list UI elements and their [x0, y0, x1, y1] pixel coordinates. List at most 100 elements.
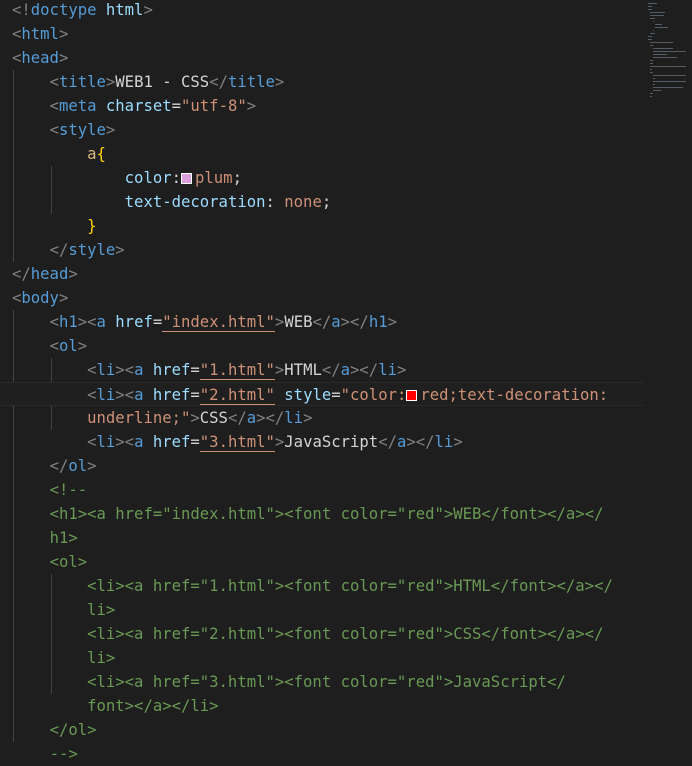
code-line[interactable]: <li><a href="3.html">JavaScript</a></li>: [0, 430, 644, 454]
code-line[interactable]: font></a></li>: [0, 694, 644, 718]
code-token: "utf-8": [181, 97, 247, 115]
red-color-swatch[interactable]: [406, 390, 418, 401]
code-line[interactable]: <title>WEB1 - CSS</title>: [0, 70, 644, 94]
code-line[interactable]: a{: [0, 142, 644, 166]
code-line[interactable]: </head>: [0, 262, 644, 286]
code-line[interactable]: <h1><a href="index.html"><font color="re…: [0, 502, 644, 526]
code-token: a: [396, 433, 407, 451]
code-editor[interactable]: <!doctype html> <html> <head> <title>WEB1 …: [0, 0, 692, 763]
code-token: ></: [256, 409, 285, 427]
code-line[interactable]: </style>: [0, 238, 644, 262]
code-line[interactable]: <ol>: [0, 550, 644, 574]
code-line[interactable]: <h1><a href="index.html">WEB</a></h1>: [0, 310, 644, 334]
code-line[interactable]: <li><a href="2.html" style="color: red;te…: [0, 382, 644, 406]
code-token: li: [96, 361, 116, 379]
code-line[interactable]: h1>: [0, 526, 644, 550]
code-token: CSS: [199, 409, 228, 427]
code-token: >: [143, 1, 153, 19]
code-line[interactable]: text-decoration: none;: [0, 190, 644, 214]
minimap-line: [652, 81, 686, 82]
code-token: head: [30, 265, 69, 283]
code-line[interactable]: <meta charset="utf-8">: [0, 94, 644, 118]
code-line[interactable]: li>: [0, 646, 644, 670]
code-line[interactable]: li>: [0, 598, 644, 622]
plum-color-swatch[interactable]: [181, 173, 193, 184]
code-line[interactable]: <style>: [0, 118, 644, 142]
code-line[interactable]: <ol>: [0, 334, 644, 358]
code-token: >: [105, 121, 116, 139]
code-token: ><: [115, 361, 135, 379]
code-token: ></: [406, 433, 435, 451]
code-token: "1.html": [199, 361, 275, 380]
code-token: >: [58, 289, 69, 307]
code-token: HTML: [284, 361, 322, 379]
code-line[interactable]: <li><a href="1.html"><font color="red">H…: [0, 574, 644, 598]
code-token: WEB1 - CSS: [115, 73, 210, 91]
code-token: red;text-decoration:: [420, 386, 609, 404]
minimap-line: [652, 75, 687, 76]
code-line[interactable]: <body>: [0, 286, 644, 310]
comment-token: <li><a href="2.html"><font color="red">C…: [87, 625, 604, 643]
comment-token: font></a></li>: [87, 697, 219, 715]
code-token: {: [96, 145, 106, 163]
code-token: li: [378, 361, 397, 379]
code-token: JavaScript: [284, 433, 379, 451]
code-line[interactable]: </ol>: [0, 454, 644, 478]
code-token: href: [152, 361, 191, 379]
minimap-line: [650, 42, 673, 43]
code-line[interactable]: <html>: [0, 22, 644, 46]
minimap-line: [648, 36, 653, 37]
code-line[interactable]: <li><a href="2.html"><font color="red">C…: [0, 622, 644, 646]
code-token: a: [246, 409, 257, 427]
minimap-line: [650, 60, 654, 61]
code-token: >: [396, 361, 407, 379]
code-token: >: [274, 361, 285, 379]
code-line[interactable]: <li><a href="3.html"><font color="red">J…: [0, 670, 644, 694]
code-line[interactable]: <!doctype html>: [0, 0, 644, 22]
code-line[interactable]: <head>: [0, 46, 644, 70]
code-token: li: [96, 386, 116, 404]
code-token: doctype: [30, 1, 97, 19]
comment-token: <li><a href="3.html"><font color="red">J…: [87, 673, 566, 691]
minimap-line: [652, 84, 655, 85]
code-token: ><: [77, 313, 97, 331]
code-token: =: [190, 433, 200, 451]
code-token: >: [274, 73, 285, 91]
minimap-line: [650, 15, 664, 16]
code-token: ol: [58, 337, 78, 355]
comment-token: <ol>: [49, 553, 88, 571]
comment-token: <li><a href="1.html"><font color="red">H…: [87, 577, 613, 595]
code-line[interactable]: </ol>: [0, 718, 644, 742]
code-token: style: [68, 241, 116, 259]
code-token: <: [49, 121, 59, 139]
code-line[interactable]: color: plum;: [0, 166, 644, 190]
code-line[interactable]: <!--: [0, 478, 644, 502]
code-line[interactable]: <li><a href="1.html">HTML</a></li>: [0, 358, 644, 382]
minimap-line: [655, 27, 669, 28]
code-token: >: [105, 73, 116, 91]
minimap-line: [652, 87, 684, 88]
code-line[interactable]: }: [0, 214, 644, 238]
minimap-line: [650, 12, 666, 13]
comment-token: h1>: [49, 529, 78, 547]
code-token: </: [209, 73, 228, 91]
code-token: }: [87, 217, 97, 235]
code-line[interactable]: underline;">CSS</a></li>: [0, 406, 644, 430]
code-token: ><: [115, 433, 135, 451]
code-token: ;: [321, 193, 332, 211]
code-token: </: [321, 361, 341, 379]
code-token: >: [387, 313, 397, 331]
minimap[interactable]: [648, 0, 692, 110]
code-token: a: [340, 361, 351, 379]
code-token: href: [152, 433, 191, 451]
code-token: <: [49, 313, 59, 331]
code-token: <: [87, 386, 97, 404]
code-line[interactable]: -->: [0, 742, 644, 766]
